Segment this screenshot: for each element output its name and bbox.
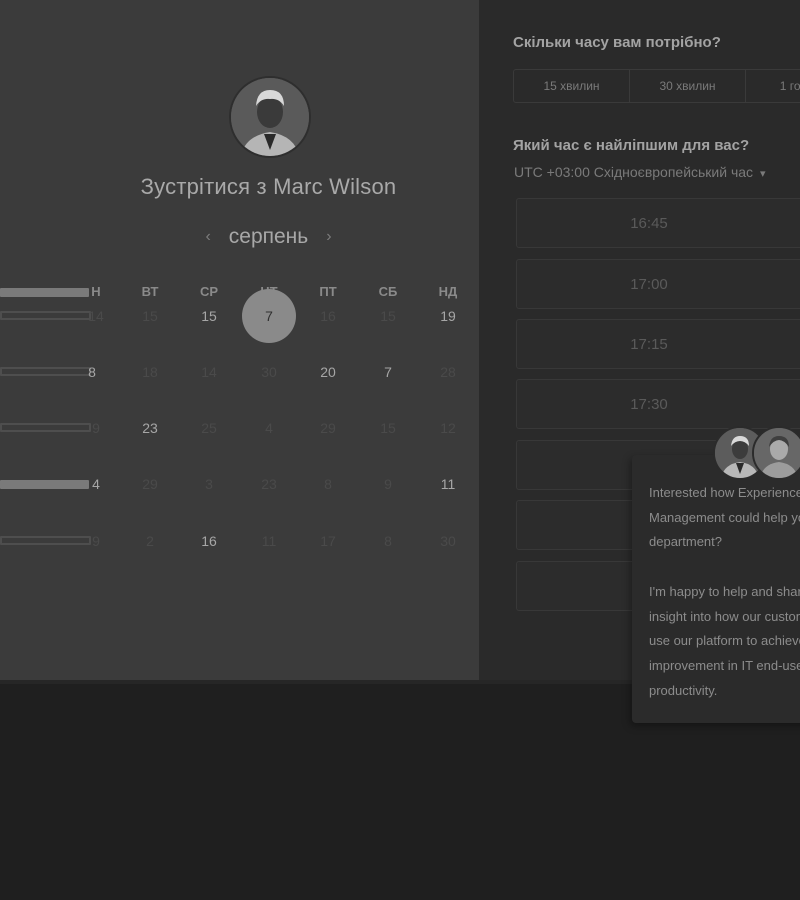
- duration-heading: Скільки часу вам потрібно?: [513, 34, 721, 51]
- calendar-day[interactable]: 15: [189, 308, 229, 324]
- weekday-sun: НД: [438, 284, 458, 299]
- calendar-day: 15: [380, 420, 396, 436]
- chat-line: Management could help your: [649, 509, 800, 525]
- calendar-day: 14: [201, 364, 217, 380]
- calendar-day: 9: [384, 476, 392, 492]
- chat-line: department?: [649, 534, 722, 550]
- calendar-day: 14: [88, 308, 104, 324]
- chat-line: improvement in IT end-user: [649, 657, 800, 673]
- calendar-day: 3: [205, 476, 213, 492]
- calendar-day: 18: [142, 364, 158, 380]
- calendar-day: 4: [265, 420, 273, 436]
- meeting-title: Зустрітися з Marc Wilson: [140, 174, 397, 199]
- calendar-day: 9: [92, 420, 100, 436]
- weekday-mon: Н: [91, 284, 101, 299]
- chevron-down-icon: ▾: [759, 168, 766, 180]
- chevron-right-icon[interactable]: ›: [326, 228, 331, 246]
- calendar-week: 9 23 25 4 29 15 12: [0, 418, 479, 438]
- calendar-day: 30: [261, 364, 277, 380]
- timezone-select[interactable]: UTC +03:00 Східноєвропейський час ▾: [514, 164, 765, 180]
- calendar-day[interactable]: 20: [308, 364, 348, 380]
- duration-option[interactable]: 30 хвилин: [630, 70, 746, 102]
- calendar-day: 2: [146, 533, 154, 549]
- chat-line: insight into how our customers: [649, 608, 800, 624]
- calendar-day: 8: [384, 533, 392, 549]
- host-avatar: [229, 76, 311, 158]
- calendar-week: 9 2 16 11 17 8 30: [0, 531, 479, 551]
- calendar-day: 25: [201, 420, 217, 436]
- weekday-tue: ВТ: [141, 284, 159, 299]
- calendar-day: 17: [320, 533, 336, 549]
- month-label: серпень: [228, 225, 309, 248]
- calendar-day: 9: [92, 533, 100, 549]
- timezone-label: UTC +03:00 Східноєвропейський час: [514, 164, 754, 180]
- calendar-day: 23: [261, 476, 277, 492]
- calendar-day[interactable]: 8: [72, 364, 112, 380]
- calendar-day[interactable]: 7: [368, 364, 408, 380]
- calendar-day: 15: [380, 308, 396, 324]
- selected-day[interactable]: 7: [242, 289, 296, 343]
- chevron-left-icon[interactable]: ‹: [205, 228, 210, 246]
- chat-line: productivity.: [649, 682, 718, 698]
- weekday-fri: ПТ: [319, 284, 337, 299]
- chat-line: I'm happy to help and share: [649, 583, 800, 599]
- chat-avatar: [752, 426, 800, 480]
- calendar-week: 8 18 14 30 20 7 28: [0, 362, 479, 382]
- calendar-day[interactable]: 19: [428, 308, 468, 324]
- weekday-header: Н ВТ СР ЧТ ПТ СБ НД: [0, 284, 479, 302]
- time-slot[interactable]: 17:15: [516, 319, 800, 369]
- calendar-week: 14 15 15 16 15 19: [0, 306, 479, 326]
- calendar-day: 15: [142, 308, 158, 324]
- chat-line: use our platform to achieve: [649, 633, 800, 649]
- chat-line: Interested how Experience: [649, 485, 800, 500]
- weekday-sat: СБ: [378, 284, 398, 299]
- weekday-wed: СР: [199, 284, 219, 299]
- calendar-day: 12: [440, 420, 456, 436]
- calendar-day[interactable]: 16: [189, 533, 229, 549]
- calendar-day[interactable]: 23: [130, 420, 170, 436]
- calendar-day: 29: [142, 476, 158, 492]
- time-slot[interactable]: 17:30: [516, 379, 800, 429]
- time-heading: Який час є найліпшим для вас?: [513, 137, 750, 154]
- calendar-day: 16: [320, 308, 336, 324]
- chat-message: Interested how Experience Management cou…: [649, 481, 800, 703]
- calendar-day: 30: [440, 533, 456, 549]
- calendar-week: 4 29 3 23 8 9 11: [0, 474, 479, 494]
- calendar-day[interactable]: 11: [428, 476, 468, 492]
- calendar-day: 8: [324, 476, 332, 492]
- duration-option[interactable]: 1 година: [746, 70, 800, 102]
- calendar-day: 29: [320, 420, 336, 436]
- month-navigation: ‹ серпень ›: [0, 224, 537, 250]
- time-slot[interactable]: 17:00: [516, 259, 800, 309]
- calendar-day: 11: [261, 533, 277, 549]
- calendar-day: 28: [440, 364, 456, 380]
- duration-option[interactable]: 15 хвилин: [514, 70, 630, 102]
- duration-tabs: 15 хвилин 30 хвилин 1 година: [513, 69, 800, 103]
- time-slot[interactable]: 16:45: [516, 198, 800, 248]
- calendar-day[interactable]: 4: [76, 476, 116, 492]
